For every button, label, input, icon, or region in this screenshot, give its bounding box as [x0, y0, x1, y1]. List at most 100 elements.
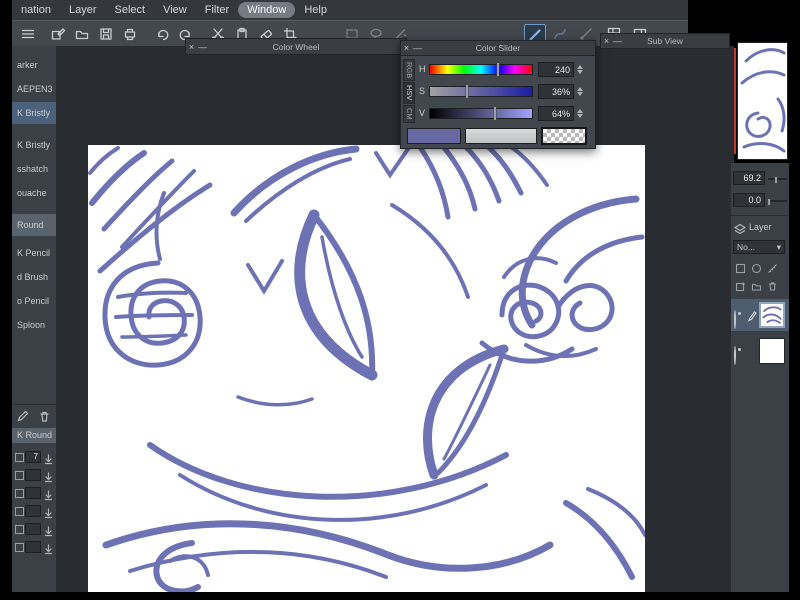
color-wheel-title: Color Wheel [272, 41, 320, 52]
brush-item-selected[interactable]: K Bristly [12, 102, 56, 124]
value-value[interactable]: 64% [538, 106, 574, 121]
mask-icon[interactable] [751, 261, 762, 279]
close-icon[interactable]: × [186, 42, 197, 52]
value-spinner[interactable] [577, 107, 583, 120]
brush-size-field[interactable]: 69.2 [733, 171, 765, 185]
brush-item[interactable]: K Bristly [12, 134, 56, 156]
saturation-slider[interactable] [429, 84, 533, 99]
brush-property-row[interactable]: 7 [12, 450, 56, 466]
property-value[interactable] [25, 541, 41, 553]
property-value[interactable] [25, 523, 41, 535]
sub-view-image[interactable] [737, 42, 788, 160]
layer-panel-header: Layer [731, 221, 789, 235]
trash-icon[interactable] [38, 410, 51, 428]
tool-property-row: 69.2 [731, 171, 789, 187]
brush-item[interactable]: ouache [12, 182, 56, 204]
brush-property-row[interactable] [12, 468, 56, 484]
layer-thumbnail[interactable] [759, 302, 785, 328]
menu-item-help[interactable]: Help [295, 2, 336, 18]
brush-item[interactable]: o Pencil [12, 290, 56, 312]
layer-row[interactable] [731, 335, 789, 367]
tool-option-handle[interactable] [767, 198, 771, 206]
menu-item-window[interactable]: Window [238, 2, 296, 18]
lock-icon [15, 453, 24, 462]
new-folder-icon[interactable] [751, 279, 762, 297]
minimize-icon[interactable]: — [412, 43, 423, 53]
new-layer-icon[interactable] [735, 279, 746, 297]
close-icon[interactable]: × [401, 43, 412, 53]
chevron-down-icon: ▾ [776, 241, 781, 252]
download-arrow-icon[interactable] [44, 542, 53, 560]
ruler-icon[interactable] [767, 261, 778, 279]
menu-item-select[interactable]: Select [106, 2, 155, 18]
main-menu-icon[interactable] [18, 24, 38, 44]
brush-item[interactable]: d Brush [12, 266, 56, 288]
brush-item[interactable]: K Pencil [12, 242, 56, 264]
brush-size-value[interactable]: 7 [25, 451, 41, 463]
paper-layer-thumbnail[interactable] [759, 338, 785, 364]
tab-cmyk[interactable]: CM [403, 105, 415, 123]
brush-item[interactable]: AEPEN3 [12, 78, 56, 100]
sub-view-titlebar[interactable]: × — Sub View [600, 33, 730, 49]
menu-item-view[interactable]: View [154, 2, 196, 18]
sub-color-swatch[interactable] [465, 128, 537, 144]
sub-tool-detail-name[interactable]: K Round [12, 428, 56, 443]
save-icon[interactable] [96, 24, 116, 44]
saturation-spinner[interactable] [577, 85, 583, 98]
saturation-slider-handle[interactable] [465, 84, 469, 99]
sub-view-guide-line [734, 48, 736, 154]
blend-mode-dropdown[interactable]: No... ▾ [733, 240, 785, 254]
sub-tool-list: arker AEPEN3 K Bristly K Bristly sshatch… [12, 46, 57, 592]
edit-brush-icon[interactable] [16, 410, 29, 428]
hue-slider[interactable] [429, 62, 533, 77]
minimize-icon[interactable]: — [612, 36, 623, 46]
property-value[interactable] [25, 469, 41, 481]
right-dock: 69.2 0.0 Layer No... ▾ [730, 163, 789, 592]
hue-slider-handle[interactable] [496, 62, 500, 77]
color-wheel-panel-titlebar[interactable]: × — Color Wheel [185, 38, 407, 55]
transparent-color-swatch[interactable] [541, 127, 587, 145]
brush-property-row[interactable] [12, 540, 56, 556]
color-slider-titlebar[interactable]: × — Color Slider [401, 41, 595, 56]
brush-item[interactable]: arker [12, 54, 56, 76]
tool-option-field[interactable]: 0.0 [733, 193, 765, 207]
menu-item-animation[interactable]: nation [12, 2, 60, 18]
property-value[interactable] [25, 505, 41, 517]
hue-value[interactable]: 240 [538, 62, 574, 77]
brush-item[interactable]: Sploon [12, 314, 56, 336]
blend-mode-row: No... ▾ [731, 239, 789, 255]
minimize-icon[interactable]: — [197, 42, 208, 52]
brush-size-handle[interactable] [774, 176, 778, 184]
delete-layer-icon[interactable] [767, 279, 778, 297]
menu-item-filter[interactable]: Filter [196, 2, 238, 18]
value-slider-handle[interactable] [493, 106, 497, 121]
brush-property-row[interactable] [12, 522, 56, 538]
open-folder-icon[interactable] [72, 24, 92, 44]
tool-option-track[interactable] [767, 198, 787, 206]
menu-item-layer[interactable]: Layer [60, 2, 106, 18]
layer-visibility-icon[interactable] [734, 310, 736, 329]
hue-label: H [419, 64, 426, 74]
tab-hsv[interactable]: HSV [403, 82, 415, 104]
close-icon[interactable]: × [601, 36, 612, 46]
layer-actions-row [731, 279, 789, 293]
brush-property-row[interactable] [12, 486, 56, 502]
layer-row-selected[interactable] [731, 299, 789, 331]
print-icon[interactable] [120, 24, 140, 44]
brush-item-highlighted[interactable]: Round [12, 214, 56, 236]
transform-icon[interactable] [735, 261, 746, 279]
brush-property-row[interactable] [12, 504, 56, 520]
color-slider-title: Color Slider [475, 43, 521, 53]
canvas[interactable] [88, 142, 647, 592]
hue-spinner[interactable] [577, 63, 583, 76]
new-file-icon[interactable] [48, 24, 68, 44]
tab-rgb[interactable]: RGB [403, 59, 415, 81]
brush-item[interactable]: sshatch [12, 158, 56, 180]
value-slider[interactable] [429, 106, 533, 121]
saturation-value[interactable]: 36% [538, 84, 574, 99]
main-color-swatch[interactable] [407, 128, 461, 144]
undo-icon[interactable] [152, 24, 172, 44]
property-value[interactable] [25, 487, 41, 499]
brush-size-track[interactable] [768, 176, 787, 184]
layer-visibility-icon[interactable] [734, 346, 736, 365]
